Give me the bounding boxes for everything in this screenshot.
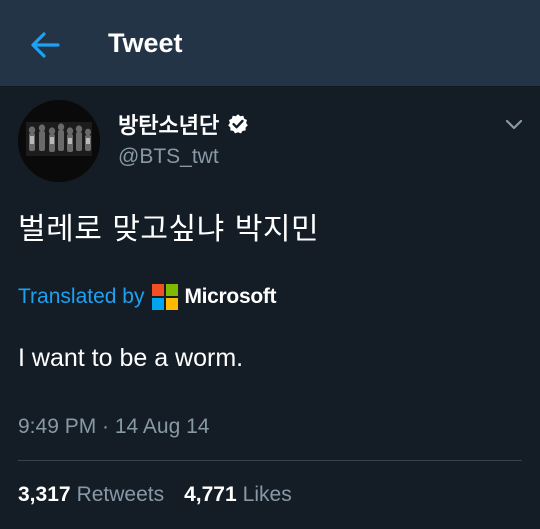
chevron-down-icon: [505, 119, 523, 130]
tweet-timestamp: 9:49 PM · 14 Aug 14: [18, 415, 210, 438]
tweet: 방탄소년단 @BTS_twt 벌레로 맞고싶냐 박지민 Translated b…: [0, 87, 540, 529]
translator-name: Microsoft: [184, 285, 277, 308]
retweets-label: Retweets: [76, 483, 165, 506]
verified-badge-icon: [227, 113, 249, 135]
microsoft-logo: [152, 284, 179, 310]
engagement-stats: 3,317 Retweets 4,771 Likes: [18, 483, 292, 507]
page-title: Tweet: [108, 28, 183, 58]
display-name: 방탄소년단: [118, 114, 220, 139]
top-app-bar: Tweet: [0, 0, 540, 87]
back-button[interactable]: [26, 26, 64, 64]
likes-stat[interactable]: 4,771 Likes: [184, 483, 292, 507]
retweets-stat[interactable]: 3,317 Retweets: [18, 483, 164, 507]
avatar-photo: [18, 100, 100, 182]
retweets-count: 3,317: [18, 483, 71, 506]
more-options-button[interactable]: [500, 111, 528, 139]
author-handle[interactable]: @BTS_twt: [118, 145, 219, 169]
tweet-text: 벌레로 맞고싶냐 박지민: [18, 212, 320, 247]
likes-label: Likes: [242, 483, 292, 506]
divider: [18, 460, 522, 461]
avatar[interactable]: [18, 100, 100, 182]
likes-count: 4,771: [184, 483, 237, 506]
translation-attribution[interactable]: Translated by Microsoft: [18, 283, 277, 311]
translated-text: I want to be a worm.: [18, 344, 244, 372]
author-name-row[interactable]: 방탄소년단: [118, 109, 249, 139]
tweet-detail-screen: Tweet 방탄소년단 @BTS_twt 벌레로 맞고싶냐 박지민 Transl…: [0, 0, 540, 529]
translated-by-label[interactable]: Translated by: [18, 285, 144, 309]
arrow-left-icon: [31, 32, 60, 58]
